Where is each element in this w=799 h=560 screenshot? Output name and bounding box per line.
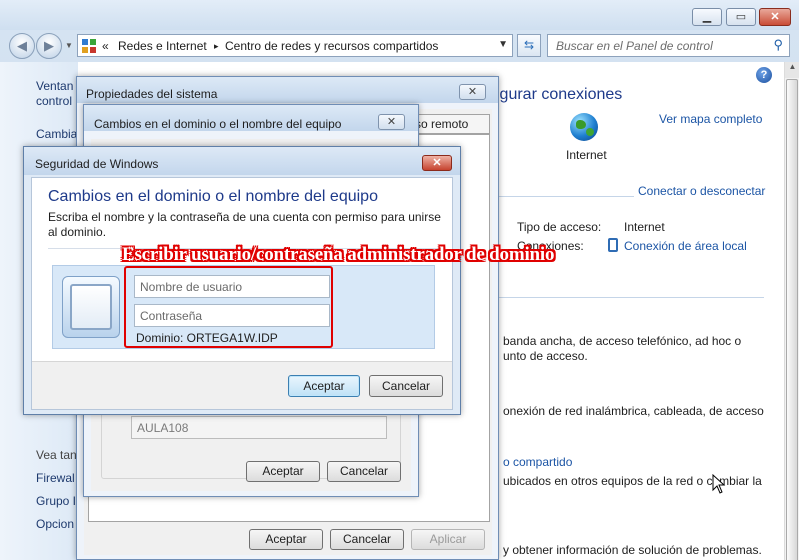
task-description-1b: unto de acceso. xyxy=(503,349,588,363)
internet-label: Internet xyxy=(566,148,607,162)
system-properties-title: Propiedades del sistema xyxy=(86,87,218,101)
connect-disconnect-link[interactable]: Conectar o desconectar xyxy=(638,184,765,198)
lan-connection-icon xyxy=(608,238,618,252)
security-ok-button[interactable]: Aceptar xyxy=(288,375,360,397)
back-button[interactable]: ◀ xyxy=(9,33,35,59)
search-icon[interactable]: ⚲ xyxy=(773,37,783,53)
domain-change-titlebar: Cambios en el dominio o el nombre del eq… xyxy=(84,105,418,131)
address-dropdown-icon[interactable]: ▼ xyxy=(498,39,508,50)
globe-icon xyxy=(570,113,598,141)
security-close-button[interactable]: ✕ xyxy=(422,155,452,171)
history-dropdown-icon[interactable]: ▼ xyxy=(65,41,73,50)
domain-change-title: Cambios en el dominio o el nombre del eq… xyxy=(94,117,342,131)
mouse-cursor-icon xyxy=(712,474,726,494)
properties-ok-button[interactable]: Aceptar xyxy=(249,529,323,550)
back-icon: ◀ xyxy=(17,38,27,53)
close-icon: ✕ xyxy=(770,11,780,23)
local-area-connection-link[interactable]: Conexión de área local xyxy=(624,239,747,253)
sidebar-item-firewall[interactable]: Firewal xyxy=(36,471,75,485)
tab-remote[interactable]: so remoto xyxy=(412,114,490,134)
control-panel-titlebar: ▁ ▭ ✕ xyxy=(0,0,799,30)
annotation-caption: Escribir usuario/contraseña administrado… xyxy=(122,244,555,265)
search-box[interactable]: ⚲ xyxy=(547,34,790,57)
task-description-4: y obtener información de solución de pro… xyxy=(503,543,762,557)
security-titlebar: Seguridad de Windows ✕ xyxy=(24,147,460,175)
sidebar-item-cambiar[interactable]: Cambia xyxy=(36,127,77,141)
divider-2 xyxy=(496,297,764,298)
section-heading: igurar conexiones xyxy=(496,86,623,103)
security-cancel-button[interactable]: Cancelar xyxy=(369,375,443,397)
divider xyxy=(496,196,634,197)
sidebar-item-opciones[interactable]: Opcion xyxy=(36,517,74,531)
security-title: Seguridad de Windows xyxy=(35,157,159,171)
address-bar-row: ◀ ▶ ▼ « Redes e Internet ▸ Centro de red… xyxy=(0,30,799,62)
domain-change-close-button[interactable]: ✕ xyxy=(378,114,405,130)
network-icon xyxy=(82,39,96,53)
address-box[interactable]: « Redes e Internet ▸ Centro de redes y r… xyxy=(77,34,513,57)
view-full-map-link[interactable]: Ver mapa completo xyxy=(659,112,762,126)
domain-ok-button[interactable]: Aceptar xyxy=(246,461,320,482)
breadcrumb-network-center[interactable]: Centro de redes y recursos compartidos xyxy=(225,39,438,53)
properties-cancel-button[interactable]: Cancelar xyxy=(330,529,404,550)
security-description: Escriba el nombre y la contraseña de una… xyxy=(48,210,441,224)
security-description-2: al dominio. xyxy=(48,225,107,239)
breadcrumb-separator[interactable]: ▸ xyxy=(214,41,219,52)
sidebar-see-also-heading: Vea tan xyxy=(36,448,77,462)
forward-icon: ▶ xyxy=(44,38,54,53)
workgroup-input[interactable] xyxy=(132,417,386,438)
breadcrumb-redes-internet[interactable]: Redes e Internet xyxy=(118,39,207,53)
forward-button[interactable]: ▶ xyxy=(36,33,62,59)
sidebar-item-ventana-label[interactable]: Ventan xyxy=(36,79,73,93)
system-properties-titlebar: Propiedades del sistema ✕ xyxy=(77,77,498,103)
scroll-up-icon[interactable]: ▲ xyxy=(785,62,799,78)
close-icon: ✕ xyxy=(467,86,478,98)
close-icon: ✕ xyxy=(386,116,397,128)
shared-access-link[interactable]: o compartido xyxy=(503,455,572,469)
refresh-button[interactable]: ⇆ xyxy=(517,34,541,57)
close-window-button[interactable]: ✕ xyxy=(759,8,791,26)
scrollbar-thumb[interactable] xyxy=(786,79,798,560)
task-description-1: banda ancha, de acceso telefónico, ad ho… xyxy=(503,334,742,348)
annotation-highlight-box xyxy=(124,266,333,348)
sidebar-item-ventana-label-2[interactable]: control xyxy=(36,94,72,108)
maximize-button[interactable]: ▭ xyxy=(726,8,756,26)
minimize-button[interactable]: ▁ xyxy=(692,8,722,26)
system-properties-close-button[interactable]: ✕ xyxy=(459,84,486,100)
properties-apply-button[interactable]: Aplicar xyxy=(411,529,485,550)
breadcrumb-overflow[interactable]: « xyxy=(102,39,109,53)
refresh-icon: ⇆ xyxy=(523,38,535,52)
access-type-value: Internet xyxy=(624,220,665,234)
help-icon[interactable]: ? xyxy=(756,67,772,83)
task-description-2: onexión de red inalámbrica, cableada, de… xyxy=(503,404,764,418)
security-heading: Cambios en el dominio o el nombre del eq… xyxy=(48,188,378,205)
maximize-icon: ▭ xyxy=(735,11,747,23)
sidebar-item-grupo[interactable]: Grupo I xyxy=(36,494,76,508)
minimize-icon: ▁ xyxy=(702,11,712,23)
vertical-scrollbar[interactable]: ▲ xyxy=(784,62,799,560)
access-type-label: Tipo de acceso: xyxy=(517,220,602,234)
domain-cancel-button[interactable]: Cancelar xyxy=(327,461,401,482)
close-icon: ✕ xyxy=(432,157,442,169)
user-tile-icon xyxy=(62,276,120,338)
workgroup-field[interactable] xyxy=(131,416,387,439)
search-input[interactable] xyxy=(548,35,763,56)
